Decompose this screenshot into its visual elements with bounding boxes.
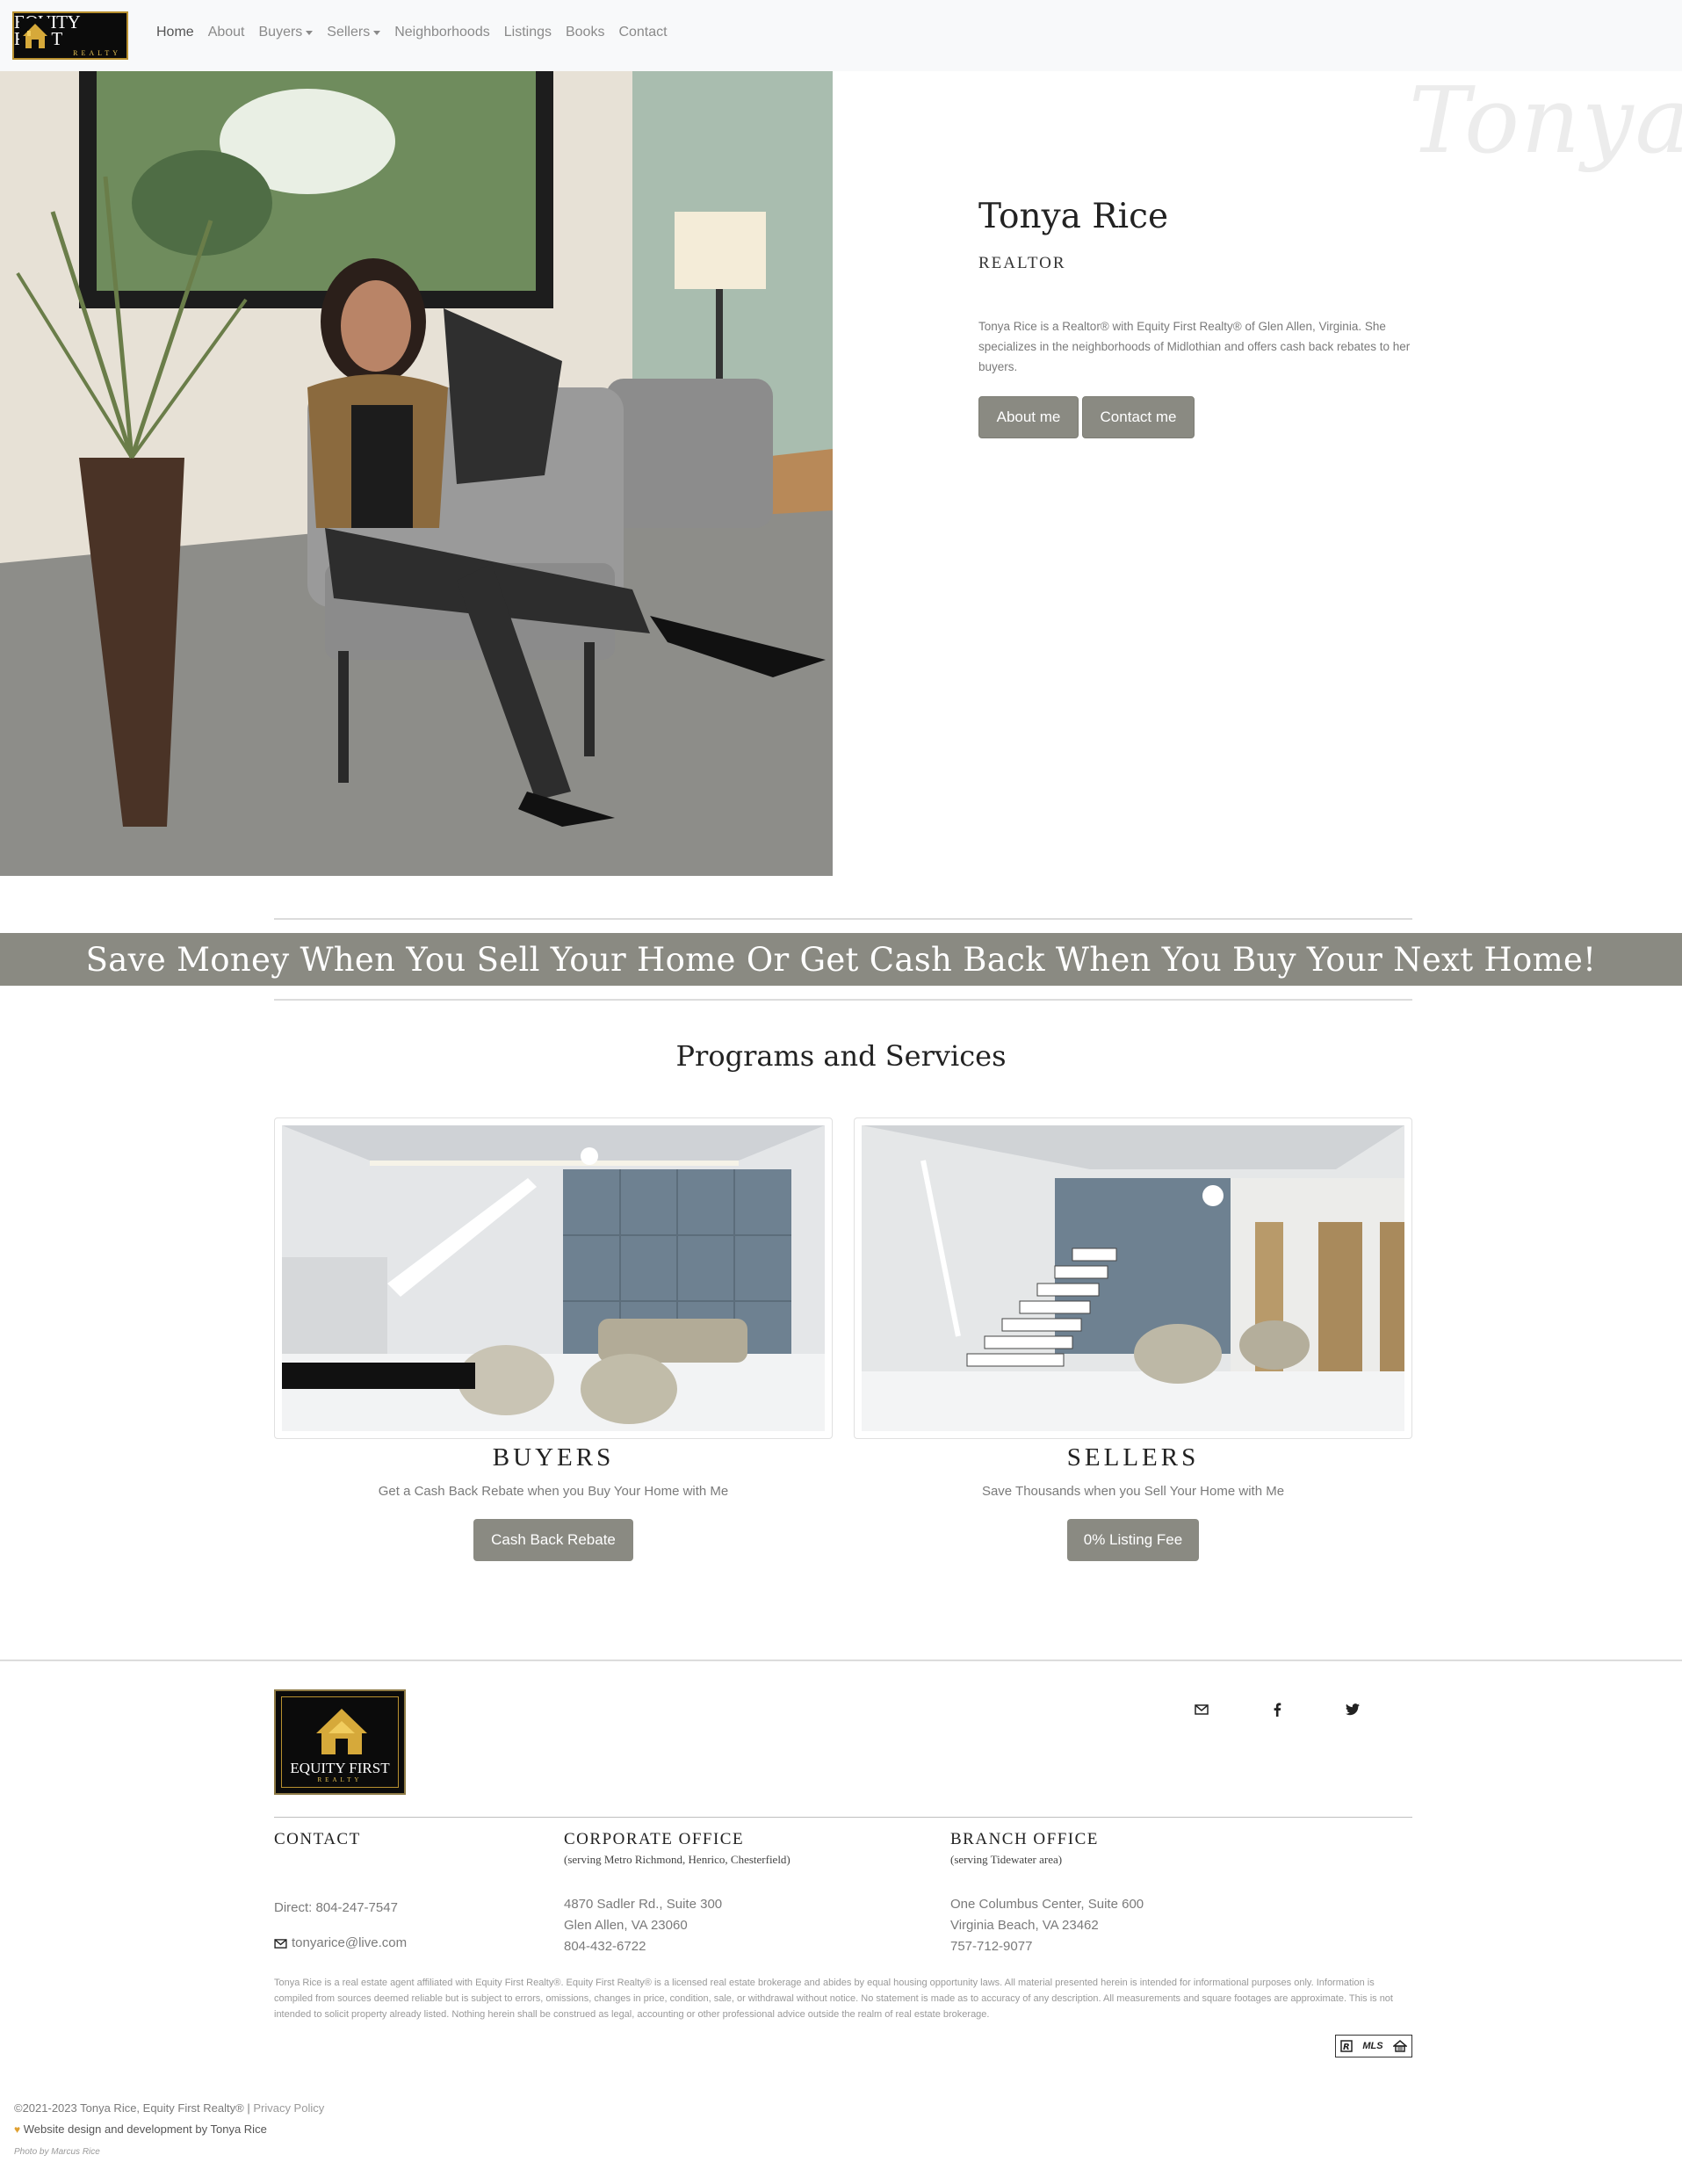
corporate-office-subtitle: (serving Metro Richmond, Henrico, Cheste… <box>564 1853 790 1866</box>
buyers-card-subtitle: Get a Cash Back Rebate when you Buy Your… <box>378 1484 729 1499</box>
copyright-text: ©2021-2023 Tonya Rice, Equity First Real… <box>14 2101 250 2115</box>
caret-down-icon <box>373 30 381 35</box>
staircase-room-illustration <box>862 1125 1404 1431</box>
nav-item-label: Neighborhoods <box>394 25 490 40</box>
nav-item-label: About <box>207 25 245 40</box>
credit-author-link[interactable]: Tonya Rice <box>210 2123 266 2136</box>
branch-address-line2: Virginia Beach, VA 23462 <box>950 1918 1099 1933</box>
corporate-address-line1: 4870 Sadler Rd., Suite 300 <box>564 1897 723 1912</box>
realtor-r-icon: R <box>1340 2040 1354 2052</box>
facebook-icon[interactable] <box>1268 1701 1286 1718</box>
nav-item-neighborhoods[interactable]: Neighborhoods <box>387 25 497 40</box>
caret-down-icon <box>306 30 314 35</box>
footer-logo-text: EQUITY FIRST <box>290 1760 390 1776</box>
branch-office-subtitle: (serving Tidewater area) <box>950 1853 1063 1866</box>
nav-item-label: Listings <box>503 25 552 40</box>
nav-item-label: Books <box>565 25 605 40</box>
agent-portrait-photo <box>0 71 833 876</box>
navbar: EQUITY FIRST REALTY Home About Buyers Selle… <box>0 0 1682 71</box>
twitter-icon[interactable] <box>1344 1701 1361 1718</box>
contact-heading: CONTACT <box>274 1830 361 1848</box>
mls-label: MLS <box>1362 2041 1383 2051</box>
equal-housing-icon <box>1392 2040 1407 2052</box>
footer-logo-subtext: REALTY <box>317 1776 363 1783</box>
envelope-icon[interactable] <box>1193 1701 1210 1718</box>
house-logo-icon <box>19 18 51 52</box>
agent-photo-illustration <box>0 71 833 876</box>
cash-back-rebate-button[interactable]: Cash Back Rebate <box>473 1519 633 1561</box>
agent-role: REALTOR <box>978 254 1066 272</box>
nav-item-home[interactable]: Home <box>149 25 201 40</box>
divider-bottom <box>274 999 1412 1001</box>
sellers-card-title: SELLERS <box>1066 1443 1200 1472</box>
copyright-line: ©2021-2023 Tonya Rice, Equity First Real… <box>14 2101 324 2115</box>
programs-title: Programs and Services <box>675 1039 1007 1073</box>
legal-disclaimer: Tonya Rice is a real estate agent affili… <box>274 1978 1393 2020</box>
about-me-button[interactable]: About me <box>978 396 1079 438</box>
listing-fee-button[interactable]: 0% Listing Fee <box>1067 1519 1199 1561</box>
hero-script-name: Tonya <box>1409 67 1682 174</box>
divider-top <box>274 918 1412 920</box>
nav-item-books[interactable]: Books <box>559 25 611 40</box>
email-link[interactable]: tonyarice@live.com <box>274 1933 407 1954</box>
nav-item-label: Sellers <box>327 25 371 40</box>
buyers-card-title: BUYERS <box>492 1443 615 1472</box>
sellers-card-subtitle: Save Thousands when you Sell Your Home w… <box>981 1484 1285 1499</box>
sellers-card <box>854 1117 1412 1439</box>
nav-item-contact[interactable]: Contact <box>611 25 674 40</box>
contact-me-button[interactable]: Contact me <box>1082 396 1195 438</box>
nav-item-label: Buyers <box>258 25 303 40</box>
branch-address-line1: One Columbus Center, Suite 600 <box>950 1897 1144 1912</box>
sellers-card-image[interactable] <box>862 1125 1404 1431</box>
nav-menu: Home About Buyers Sellers Neighborhoods Listi… <box>149 25 675 40</box>
promo-banner-text: Save Money When You Sell Your Home Or Ge… <box>85 940 1597 979</box>
agent-bio: Tonya Rice is a Realtor® with Equity Fir… <box>978 320 1411 373</box>
privacy-policy-link[interactable]: Privacy Policy <box>253 2101 324 2115</box>
branch-office-heading: BRANCH OFFICE <box>950 1830 1099 1848</box>
agent-name: Tonya Rice <box>978 197 1169 236</box>
promo-banner: Save Money When You Sell Your Home Or Ge… <box>0 933 1682 986</box>
mls-badge: R MLS <box>1335 2035 1412 2057</box>
footer-divider <box>0 1660 1682 1661</box>
nav-item-sellers[interactable]: Sellers <box>320 25 387 40</box>
direct-phone[interactable]: Direct: 804-247-7547 <box>274 1898 398 1919</box>
corporate-phone[interactable]: 804-432-6722 <box>564 1936 646 1957</box>
credit-text: Website design and development by <box>23 2123 208 2136</box>
heart-icon: ♥ <box>14 2123 21 2136</box>
credit-line: ♥ Website design and development by Tony… <box>14 2123 267 2136</box>
branch-phone[interactable]: 757-712-9077 <box>950 1936 1032 1957</box>
nav-item-label: Contact <box>618 25 668 40</box>
buyers-card <box>274 1117 833 1439</box>
email-address: tonyarice@live.com <box>292 1935 408 1950</box>
brand-logo-subtext: REALTY <box>73 49 121 57</box>
corporate-address-line2: Glen Allen, VA 23060 <box>564 1918 688 1933</box>
corporate-office-heading: CORPORATE OFFICE <box>564 1830 745 1848</box>
nav-item-label: Home <box>156 25 194 40</box>
nav-item-about[interactable]: About <box>201 25 252 40</box>
living-room-illustration <box>282 1125 825 1431</box>
nav-item-buyers[interactable]: Buyers <box>252 25 321 40</box>
envelope-icon <box>274 1938 287 1949</box>
house-logo-icon <box>316 1709 367 1754</box>
buyers-card-image[interactable] <box>282 1125 825 1431</box>
nav-item-listings[interactable]: Listings <box>497 25 559 40</box>
footer-logo[interactable]: EQUITY FIRST REALTY <box>274 1689 406 1795</box>
photo-credit: Photo by Marcus Rice <box>14 2147 100 2157</box>
svg-text:R: R <box>1343 2043 1350 2052</box>
footer-divider-2 <box>274 1817 1412 1818</box>
brand-logo[interactable]: EQUITY FIRST REALTY <box>12 11 128 60</box>
